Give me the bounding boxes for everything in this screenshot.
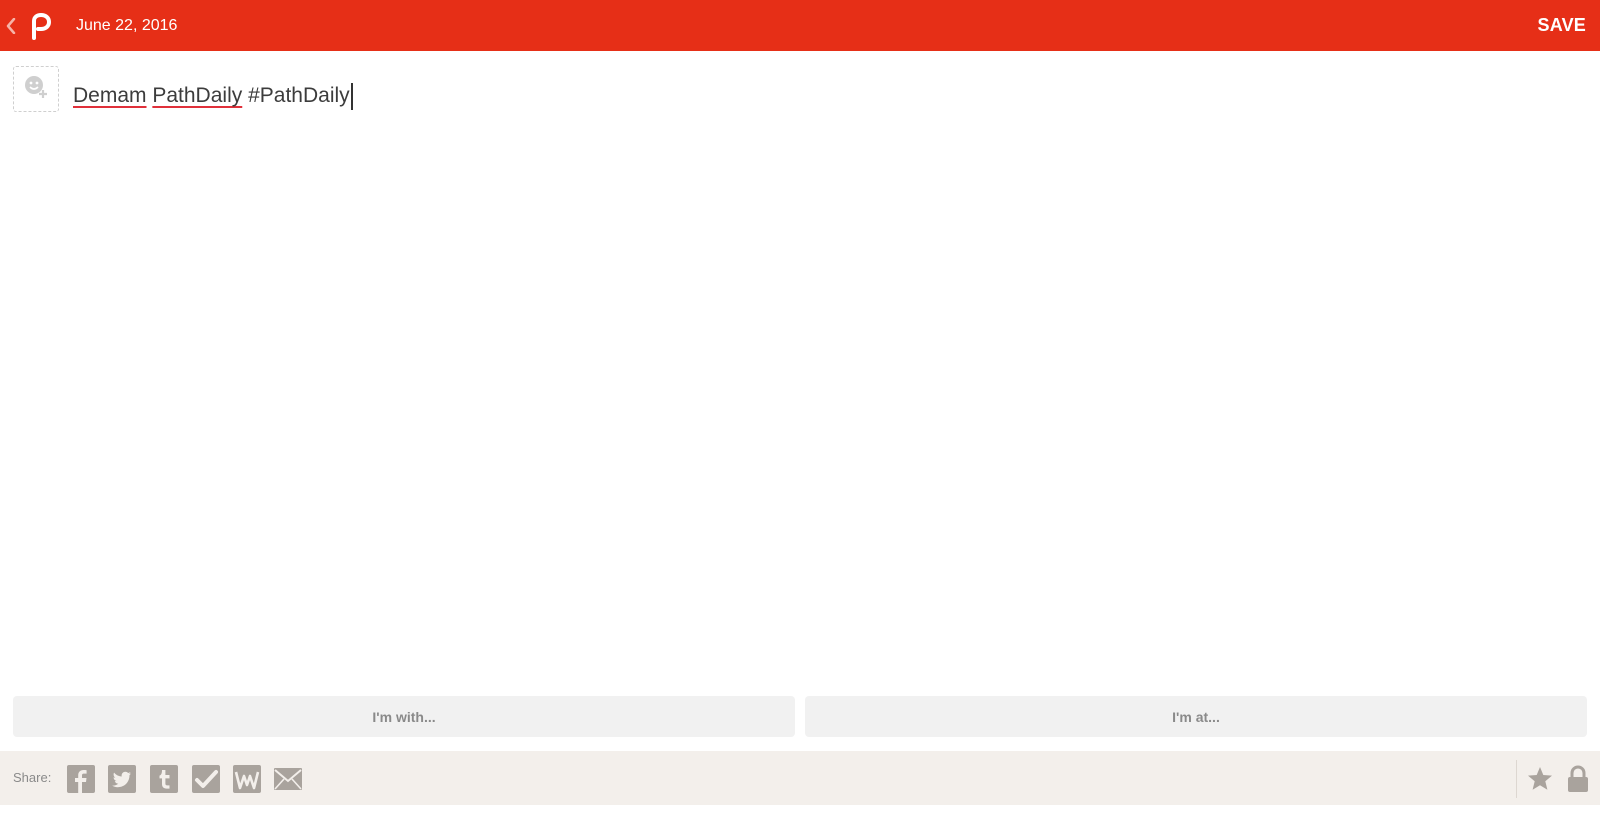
text-word: Demam bbox=[73, 84, 147, 107]
chevron-left-icon bbox=[4, 0, 18, 51]
star-icon[interactable] bbox=[1525, 764, 1555, 794]
text-cursor bbox=[350, 82, 353, 110]
foursquare-icon[interactable] bbox=[191, 764, 221, 794]
post-text-input[interactable]: Demam PathDaily #PathDaily bbox=[73, 82, 353, 110]
email-icon[interactable] bbox=[273, 764, 303, 794]
hashtag: #PathDaily bbox=[248, 84, 350, 107]
date-label: June 22, 2016 bbox=[76, 17, 178, 34]
share-bar: Share: bbox=[0, 751, 1600, 805]
lock-icon[interactable] bbox=[1563, 764, 1593, 794]
share-label: Share: bbox=[13, 770, 52, 785]
facebook-icon[interactable] bbox=[66, 764, 96, 794]
smiley-add-icon bbox=[23, 74, 49, 105]
path-logo-icon bbox=[26, 11, 56, 41]
bottom-strip bbox=[0, 805, 1600, 820]
im-with-button[interactable]: I'm with... bbox=[13, 696, 795, 737]
save-button[interactable]: SAVE bbox=[1538, 14, 1586, 36]
divider bbox=[1516, 760, 1517, 798]
add-emotion-button[interactable] bbox=[13, 66, 59, 112]
wordpress-icon[interactable] bbox=[232, 764, 262, 794]
twitter-icon[interactable] bbox=[107, 764, 137, 794]
top-app-bar: June 22, 2016 SAVE bbox=[0, 0, 1600, 51]
tumblr-icon[interactable] bbox=[149, 764, 179, 794]
text-word: PathDaily bbox=[152, 84, 243, 107]
back-button[interactable] bbox=[4, 0, 60, 51]
im-at-button[interactable]: I'm at... bbox=[805, 696, 1587, 737]
